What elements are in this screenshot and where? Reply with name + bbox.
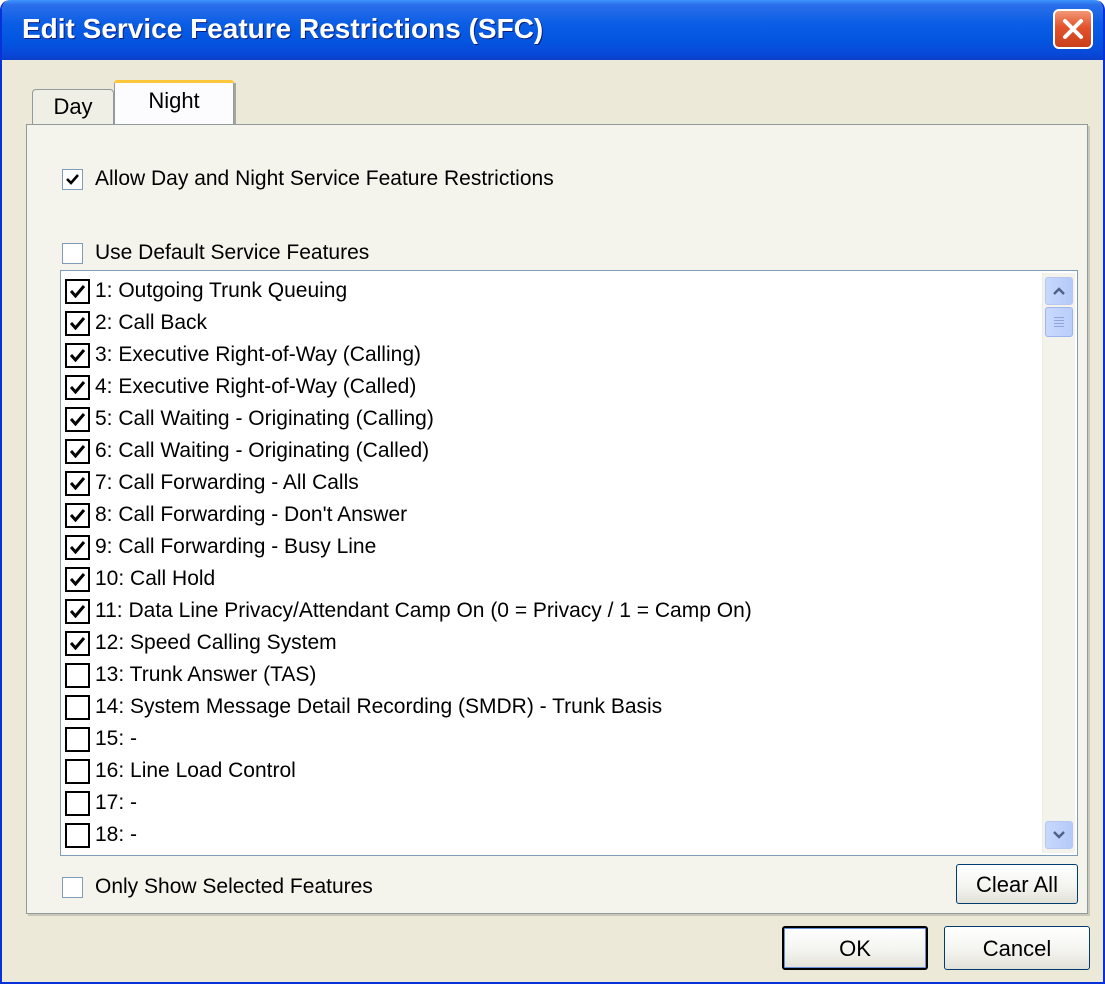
- feature-checkbox[interactable]: [65, 470, 90, 496]
- feature-list-item[interactable]: 3: Executive Right-of-Way (Calling): [65, 339, 421, 371]
- chevron-down-icon: [1053, 831, 1065, 839]
- feature-list-item[interactable]: 12: Speed Calling System: [65, 627, 337, 659]
- feature-checkbox[interactable]: [65, 790, 90, 816]
- feature-list[interactable]: 1: Outgoing Trunk Queuing 2: Call Back 3: …: [60, 270, 1078, 856]
- feature-checkbox[interactable]: [65, 758, 90, 784]
- feature-list-item[interactable]: 18: -: [65, 819, 137, 851]
- feature-list-item[interactable]: 9: Call Forwarding - Busy Line: [65, 531, 376, 563]
- feature-label: 6: Call Waiting - Originating (Called): [95, 439, 430, 462]
- checkmark-icon: [69, 572, 86, 586]
- allow-day-night-label: Allow Day and Night Service Feature Rest…: [95, 167, 554, 190]
- feature-checkbox[interactable]: [65, 726, 90, 752]
- checkmark-icon: [69, 540, 86, 554]
- title-bar[interactable]: Edit Service Feature Restrictions (SFC): [2, 0, 1103, 60]
- feature-list-item[interactable]: 5: Call Waiting - Originating (Calling): [65, 403, 434, 435]
- feature-label: 5: Call Waiting - Originating (Calling): [95, 407, 434, 430]
- feature-label: 7: Call Forwarding - All Calls: [95, 471, 359, 494]
- feature-label: 18: -: [95, 823, 138, 846]
- feature-list-item[interactable]: 2: Call Back: [65, 307, 207, 339]
- only-show-selected-option[interactable]: Only Show Selected Features: [62, 874, 373, 900]
- scroll-down-button[interactable]: [1045, 821, 1073, 849]
- checkmark-icon: [66, 173, 79, 185]
- feature-label: 1: Outgoing Trunk Queuing: [95, 279, 348, 302]
- chevron-up-icon: [1053, 287, 1065, 295]
- checkmark-icon: [69, 316, 86, 330]
- feature-list-item[interactable]: 4: Executive Right-of-Way (Called): [65, 371, 416, 403]
- feature-label: 8: Call Forwarding - Don't Answer: [95, 503, 408, 526]
- scroll-thumb[interactable]: [1045, 307, 1073, 337]
- feature-label: 15: -: [95, 727, 138, 750]
- window-title: Edit Service Feature Restrictions (SFC): [22, 13, 544, 44]
- checkmark-icon: [69, 380, 86, 394]
- scroll-up-button[interactable]: [1045, 277, 1073, 305]
- use-default-option[interactable]: Use Default Service Features: [62, 240, 369, 266]
- use-default-label: Use Default Service Features: [95, 241, 370, 264]
- feature-list-item[interactable]: 15: -: [65, 723, 137, 755]
- checkmark-icon: [69, 284, 86, 298]
- allow-day-night-option[interactable]: Allow Day and Night Service Feature Rest…: [62, 166, 554, 192]
- feature-checkbox[interactable]: [65, 822, 90, 848]
- feature-checkbox[interactable]: [65, 630, 90, 656]
- checkmark-icon: [69, 412, 86, 426]
- feature-checkbox[interactable]: [65, 598, 90, 624]
- feature-list-item[interactable]: 6: Call Waiting - Originating (Called): [65, 435, 429, 467]
- feature-checkbox[interactable]: [65, 438, 90, 464]
- ok-button[interactable]: OK: [782, 926, 928, 970]
- feature-label: 14: System Message Detail Recording (SMD…: [95, 695, 663, 718]
- feature-checkbox[interactable]: [65, 502, 90, 528]
- feature-label: 17: -: [95, 791, 138, 814]
- feature-label: 16: Line Load Control: [95, 759, 296, 782]
- feature-label: 12: Speed Calling System: [95, 631, 337, 654]
- feature-checkbox[interactable]: [65, 406, 90, 432]
- feature-checkbox[interactable]: [65, 342, 90, 368]
- feature-list-item[interactable]: 13: Trunk Answer (TAS): [65, 659, 316, 691]
- feature-label: 13: Trunk Answer (TAS): [95, 663, 317, 686]
- feature-list-item[interactable]: 16: Line Load Control: [65, 755, 296, 787]
- checkmark-icon: [69, 348, 86, 362]
- feature-checkbox[interactable]: [65, 566, 90, 592]
- feature-checkbox[interactable]: [65, 694, 90, 720]
- feature-label: 4: Executive Right-of-Way (Called): [95, 375, 417, 398]
- dialog-window: Edit Service Feature Restrictions (SFC) …: [0, 0, 1105, 984]
- feature-list-item[interactable]: 1: Outgoing Trunk Queuing: [65, 275, 347, 307]
- feature-checkbox[interactable]: [65, 278, 90, 304]
- use-default-checkbox[interactable]: [62, 242, 83, 264]
- feature-list-item[interactable]: 11: Data Line Privacy/Attendant Camp On …: [65, 595, 752, 627]
- checkmark-icon: [69, 508, 86, 522]
- checkmark-icon: [69, 604, 86, 618]
- tab-day[interactable]: Day: [32, 89, 114, 126]
- feature-checkbox[interactable]: [65, 310, 90, 336]
- feature-list-item[interactable]: 7: Call Forwarding - All Calls: [65, 467, 359, 499]
- only-show-selected-label: Only Show Selected Features: [95, 875, 373, 898]
- feature-checkbox[interactable]: [65, 534, 90, 560]
- feature-label: 10: Call Hold: [95, 567, 216, 590]
- cancel-button[interactable]: Cancel: [944, 926, 1090, 970]
- feature-list-item[interactable]: 8: Call Forwarding - Don't Answer: [65, 499, 407, 531]
- checkmark-icon: [69, 636, 86, 650]
- clear-all-button[interactable]: Clear All: [956, 864, 1078, 904]
- feature-list-item[interactable]: 10: Call Hold: [65, 563, 215, 595]
- feature-list-item[interactable]: 17: -: [65, 787, 137, 819]
- feature-label: 2: Call Back: [95, 311, 208, 334]
- feature-label: 9: Call Forwarding - Busy Line: [95, 535, 377, 558]
- allow-day-night-checkbox[interactable]: [62, 168, 83, 190]
- feature-checkbox[interactable]: [65, 662, 90, 688]
- only-show-selected-checkbox[interactable]: [62, 876, 83, 898]
- checkmark-icon: [69, 476, 86, 490]
- close-icon: [1063, 19, 1083, 39]
- close-button[interactable]: [1053, 9, 1093, 49]
- feature-checkbox[interactable]: [65, 374, 90, 400]
- feature-label: 3: Executive Right-of-Way (Calling): [95, 343, 421, 366]
- checkmark-icon: [69, 444, 86, 458]
- tab-night[interactable]: Night: [114, 80, 236, 126]
- feature-list-item[interactable]: 14: System Message Detail Recording (SMD…: [65, 691, 662, 723]
- vertical-scrollbar[interactable]: [1042, 273, 1075, 853]
- feature-label: 11: Data Line Privacy/Attendant Camp On …: [95, 599, 752, 622]
